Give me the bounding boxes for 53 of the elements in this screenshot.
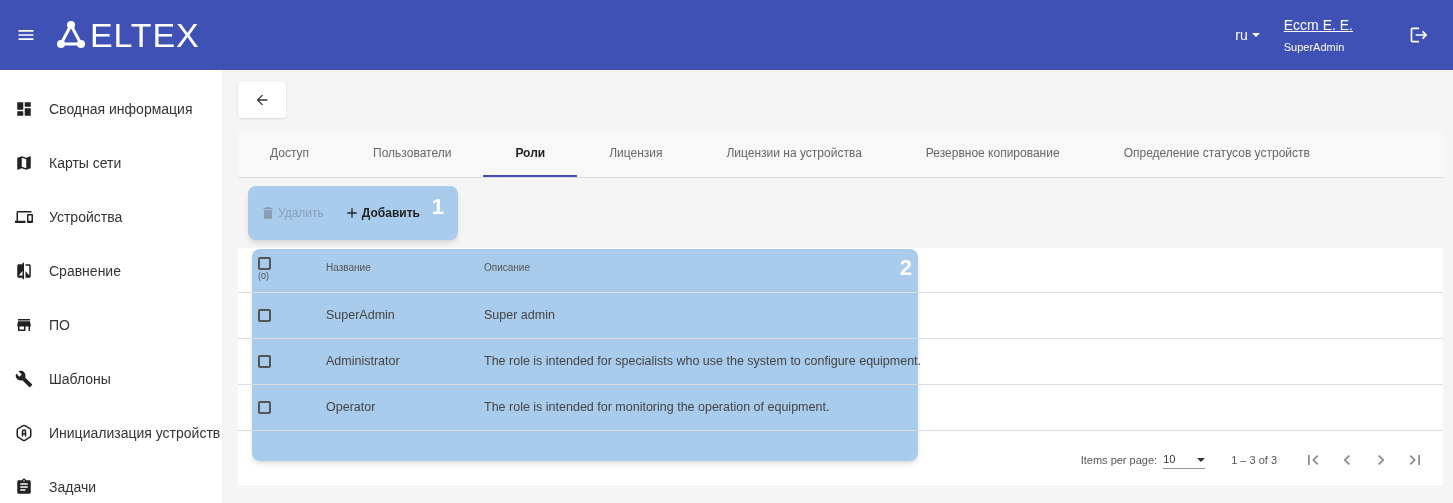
- checkbox[interactable]: [258, 355, 271, 368]
- sidebar-item[interactable]: Сводная информация: [0, 82, 222, 136]
- callout-number: 2: [899, 254, 912, 282]
- page-size-select[interactable]: 10: [1163, 451, 1206, 469]
- logout-icon[interactable]: [1409, 25, 1429, 45]
- column-header: Описание: [484, 261, 530, 275]
- tab[interactable]: Лицензии на устройства: [694, 130, 894, 177]
- tab[interactable]: Доступ: [238, 130, 342, 177]
- checkbox[interactable]: [258, 309, 271, 322]
- page-range: 1 – 3 of 3: [1231, 452, 1277, 468]
- sidebar-item[interactable]: Карты сети: [0, 136, 222, 190]
- table-cell-text: Operator: [326, 399, 377, 417]
- wrench-icon: [15, 370, 33, 388]
- user-role: SuperAdmin: [1283, 39, 1346, 55]
- logo-text: ELTEX: [90, 18, 200, 52]
- checkbox[interactable]: [258, 257, 271, 270]
- tab[interactable]: Резервное копирование: [893, 130, 1092, 177]
- back-arrow-icon: [254, 92, 270, 108]
- caret-icon: [1251, 33, 1260, 37]
- selected-count: (0): [258, 270, 270, 283]
- sidebar-item[interactable]: ПО: [0, 298, 222, 352]
- language-select[interactable]: ru: [1235, 25, 1260, 45]
- clipboard-icon: [15, 478, 33, 496]
- tab[interactable]: Лицензия: [577, 130, 695, 177]
- store-icon: [15, 316, 33, 334]
- sidebar-item[interactable]: Устройства: [0, 190, 222, 244]
- tab[interactable]: Определение статусов устройств: [1091, 130, 1342, 177]
- checkbox[interactable]: [258, 401, 271, 414]
- table-cell-text: Administrator: [326, 353, 401, 371]
- sidebar-item[interactable]: Инициализация устройств: [0, 406, 222, 460]
- table-cell-text: SuperAdmin: [326, 307, 396, 325]
- sidebar-item[interactable]: Задачи: [0, 460, 222, 503]
- devices-icon: [15, 208, 33, 226]
- trash-icon: [260, 205, 276, 221]
- caret-icon: [1197, 457, 1206, 462]
- tab[interactable]: Пользователи: [341, 130, 484, 177]
- dashboard-icon: [15, 100, 33, 118]
- table-cell-text: Super admin: [484, 307, 555, 325]
- back-button[interactable]: [238, 82, 286, 118]
- table-cell-text: The role is intended for monitoring the operation of equipment.: [484, 399, 830, 417]
- sidebar-item[interactable]: Шаблоны: [0, 352, 222, 406]
- map-icon: [15, 154, 33, 172]
- add-button[interactable]: Добавить: [343, 204, 420, 222]
- logo-icon: [56, 21, 86, 49]
- table-cell-text: The role is intended for specialists who use the system to configure equipment.: [484, 353, 922, 371]
- tab[interactable]: Роли: [483, 130, 578, 177]
- column-header: Название: [326, 261, 372, 275]
- hexagon-icon: [15, 424, 33, 442]
- compare-icon: [15, 262, 33, 280]
- sidebar-item[interactable]: Сравнение: [0, 244, 222, 298]
- callout-number: 1: [431, 193, 444, 221]
- user-name-link[interactable]: Eccm E. E.: [1283, 14, 1353, 35]
- items-per-page-label: Items per page:: [1080, 452, 1158, 468]
